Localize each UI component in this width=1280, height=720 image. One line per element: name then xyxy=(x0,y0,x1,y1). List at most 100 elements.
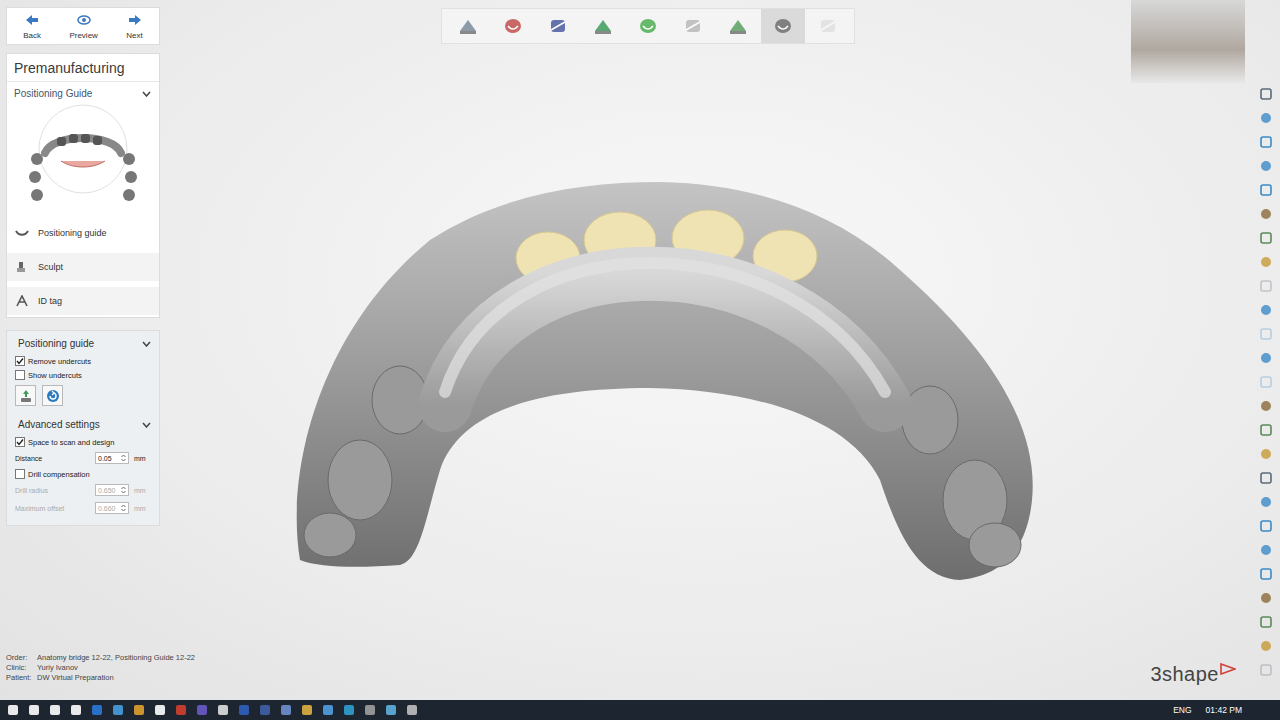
side-tool-button[interactable] xyxy=(1258,422,1274,437)
side-tool-button[interactable] xyxy=(1258,590,1274,605)
taskbar-app-icon[interactable] xyxy=(71,705,81,715)
side-tool-button[interactable] xyxy=(1258,398,1274,413)
language-indicator[interactable]: ENG xyxy=(1173,705,1191,715)
taskbar-app-icon[interactable] xyxy=(8,705,18,715)
checkbox-row[interactable]: Drill compensation xyxy=(13,467,153,481)
side-tool-button[interactable] xyxy=(1258,662,1274,677)
taskbar-app-icon[interactable] xyxy=(155,705,165,715)
side-tool-icon xyxy=(1259,639,1273,653)
taskbar-app-icon[interactable] xyxy=(113,705,123,715)
3d-viewport[interactable] xyxy=(0,0,1280,700)
toolbar-button[interactable] xyxy=(536,9,580,43)
section-header[interactable]: Positioning guide xyxy=(13,335,153,354)
side-tool-button[interactable] xyxy=(1258,134,1274,149)
side-tool-button[interactable] xyxy=(1258,374,1274,389)
taskbar-app-icon[interactable] xyxy=(386,705,396,715)
number-field[interactable]: 0.660 xyxy=(95,502,129,514)
side-tool-button[interactable] xyxy=(1258,326,1274,341)
side-tool-button[interactable] xyxy=(1258,446,1274,461)
taskbar-app-icon[interactable] xyxy=(281,705,291,715)
tool-icon xyxy=(637,16,659,36)
settings-panel: Positioning guide Remove undercuts Show … xyxy=(6,330,160,526)
taskbar-app-icon[interactable] xyxy=(260,705,270,715)
positioning-guide[interactable] xyxy=(445,274,885,405)
side-tool-button[interactable] xyxy=(1258,230,1274,245)
workflow-header[interactable]: Positioning Guide xyxy=(7,82,159,101)
right-toolbar xyxy=(1252,0,1280,700)
side-tool-button[interactable] xyxy=(1258,350,1274,365)
check-icon xyxy=(16,357,24,365)
checkbox-row[interactable]: Remove undercuts xyxy=(13,354,153,368)
side-tool-icon xyxy=(1259,231,1273,245)
side-tool-button[interactable] xyxy=(1258,206,1274,221)
number-field[interactable]: 0.650 xyxy=(95,484,129,496)
spinner-icon[interactable] xyxy=(121,486,126,494)
spinner-icon[interactable] xyxy=(121,454,126,462)
nav-button[interactable]: Preview xyxy=(63,14,103,40)
number-row: Maximum offset 0.660 mm xyxy=(13,499,153,517)
side-tool-button[interactable] xyxy=(1258,278,1274,293)
side-tool-button[interactable] xyxy=(1258,542,1274,557)
side-tool-button[interactable] xyxy=(1258,638,1274,653)
apply-button[interactable] xyxy=(15,385,36,406)
taskbar-app-icon[interactable] xyxy=(239,705,249,715)
text-icon xyxy=(15,295,29,307)
side-tool-button[interactable] xyxy=(1258,254,1274,269)
apply-icon xyxy=(19,389,33,403)
checkbox[interactable] xyxy=(15,356,25,366)
taskbar-app-icon[interactable] xyxy=(134,705,144,715)
side-tool-button[interactable] xyxy=(1258,158,1274,173)
webcam-video xyxy=(1131,0,1245,83)
side-tool-button[interactable] xyxy=(1258,182,1274,197)
taskbar-app-icon[interactable] xyxy=(407,705,417,715)
nav-button[interactable]: Back xyxy=(17,14,47,40)
tool-icon xyxy=(772,16,794,36)
left-panel: Back Preview Next Premanufacturing Posit… xyxy=(6,0,160,700)
side-tool-button[interactable] xyxy=(1258,566,1274,581)
taskbar-app-icon[interactable] xyxy=(176,705,186,715)
side-tool-button[interactable] xyxy=(1258,470,1274,485)
taskbar-app-icon[interactable] xyxy=(92,705,102,715)
reset-button[interactable] xyxy=(42,385,63,406)
number-field[interactable]: 0.05 xyxy=(95,452,129,464)
toolbar-button[interactable] xyxy=(806,9,850,43)
section-header[interactable]: Advanced settings xyxy=(13,416,153,435)
side-tool-button[interactable] xyxy=(1258,614,1274,629)
checkbox[interactable] xyxy=(15,370,25,380)
taskbar-app-icon[interactable] xyxy=(50,705,60,715)
side-tool-button[interactable] xyxy=(1258,86,1274,101)
toolbar-button[interactable] xyxy=(491,9,535,43)
taskbar-app-icon[interactable] xyxy=(197,705,207,715)
toolbar-button[interactable] xyxy=(671,9,715,43)
tool-icon xyxy=(457,16,479,36)
step-item[interactable]: Sculpt xyxy=(7,253,159,281)
checkbox[interactable] xyxy=(15,469,25,479)
side-tool-button[interactable] xyxy=(1258,518,1274,533)
checkbox-row[interactable]: Space to scan and design xyxy=(13,435,153,449)
checkbox-row[interactable]: Show undercuts xyxy=(13,368,153,382)
taskbar-app-icon[interactable] xyxy=(344,705,354,715)
nav-button[interactable]: Next xyxy=(120,14,148,40)
checkbox[interactable] xyxy=(15,437,25,447)
toolbar-button[interactable] xyxy=(581,9,625,43)
toolbar-button[interactable] xyxy=(761,9,805,43)
taskbar-app-icon[interactable] xyxy=(365,705,375,715)
jaw-model[interactable] xyxy=(297,182,1033,580)
step-item[interactable]: ID tag xyxy=(7,287,159,315)
side-tool-icon xyxy=(1259,447,1273,461)
taskbar-app-icon[interactable] xyxy=(218,705,228,715)
sculpt-icon xyxy=(15,261,29,273)
toolbar-button[interactable] xyxy=(716,9,760,43)
taskbar-app-icon[interactable] xyxy=(29,705,39,715)
toolbar-button[interactable] xyxy=(446,9,490,43)
side-tool-button[interactable] xyxy=(1258,110,1274,125)
taskbar-app-icon[interactable] xyxy=(302,705,312,715)
chevron-icon xyxy=(142,341,151,347)
side-tool-button[interactable] xyxy=(1258,494,1274,509)
clock[interactable]: 01:42 PM xyxy=(1206,705,1242,715)
step-item[interactable]: Positioning guide xyxy=(7,219,159,247)
spinner-icon[interactable] xyxy=(121,504,126,512)
taskbar-app-icon[interactable] xyxy=(323,705,333,715)
side-tool-button[interactable] xyxy=(1258,302,1274,317)
toolbar-button[interactable] xyxy=(626,9,670,43)
